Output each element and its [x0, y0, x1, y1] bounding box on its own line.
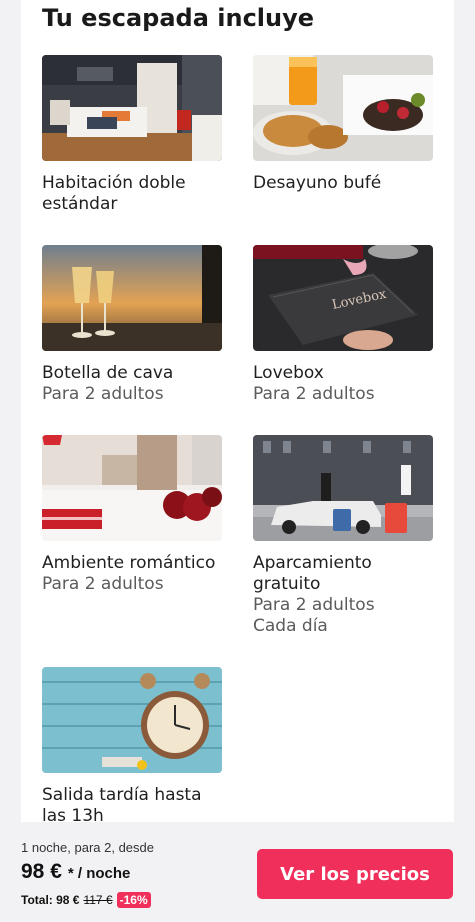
discount-badge: -16% [116, 892, 151, 908]
include-item-breakfast: Desayuno bufé [253, 55, 433, 194]
include-item-lovebox: Lovebox Lovebox Para 2 adultos [253, 245, 433, 405]
item-title: Salida tardía hasta las 13h [42, 785, 202, 822]
includes-card: Tu escapada incluye Habitación doble est… [21, 0, 454, 822]
include-item-cava: Botella de cava Para 2 adultos [42, 245, 222, 405]
include-item-parking: Aparcamiento gratuito Para 2 adultos Cad… [253, 435, 433, 637]
parking-image [253, 435, 433, 541]
old-price: 117 € [83, 893, 113, 907]
price-per-night: 98 € * / noche [21, 860, 130, 884]
late-checkout-image [42, 667, 222, 773]
include-item-room: Habitación doble estándar [42, 55, 222, 215]
room-image [42, 55, 222, 161]
price-description: 1 noche, para 2, desde [21, 840, 154, 855]
item-title: Desayuno bufé [253, 173, 382, 193]
romantic-image [42, 435, 222, 541]
section-title: Tu escapada incluye [42, 4, 315, 32]
price-footer: 1 noche, para 2, desde 98 € * / noche Tot… [0, 822, 475, 922]
item-subtitle: Para 2 adultos [253, 384, 375, 404]
item-title: Botella de cava [42, 363, 174, 383]
item-title: Lovebox [253, 363, 324, 383]
item-subtitle-frequency: Cada día [253, 616, 328, 636]
item-title: Habitación doble estándar [42, 173, 186, 214]
include-item-late-checkout: Salida tardía hasta las 13h [42, 667, 222, 822]
price-unit: * / noche [67, 865, 131, 882]
item-subtitle: Para 2 adultos [42, 574, 164, 594]
item-title: Ambiente romántico [42, 553, 216, 573]
total-label: Total: 98 € [21, 893, 80, 907]
item-title: Aparcamiento gratuito [253, 553, 372, 594]
item-subtitle: Para 2 adultos [42, 384, 164, 404]
price-value: 98 € [21, 860, 62, 883]
lovebox-image: Lovebox [253, 245, 433, 351]
cava-image [42, 245, 222, 351]
item-subtitle: Para 2 adultos [253, 595, 375, 615]
total-price: Total: 98 € 117 € -16% [21, 892, 151, 908]
breakfast-image [253, 55, 433, 161]
see-prices-button[interactable]: Ver los precios [257, 849, 453, 899]
include-item-romantic: Ambiente romántico Para 2 adultos [42, 435, 222, 595]
